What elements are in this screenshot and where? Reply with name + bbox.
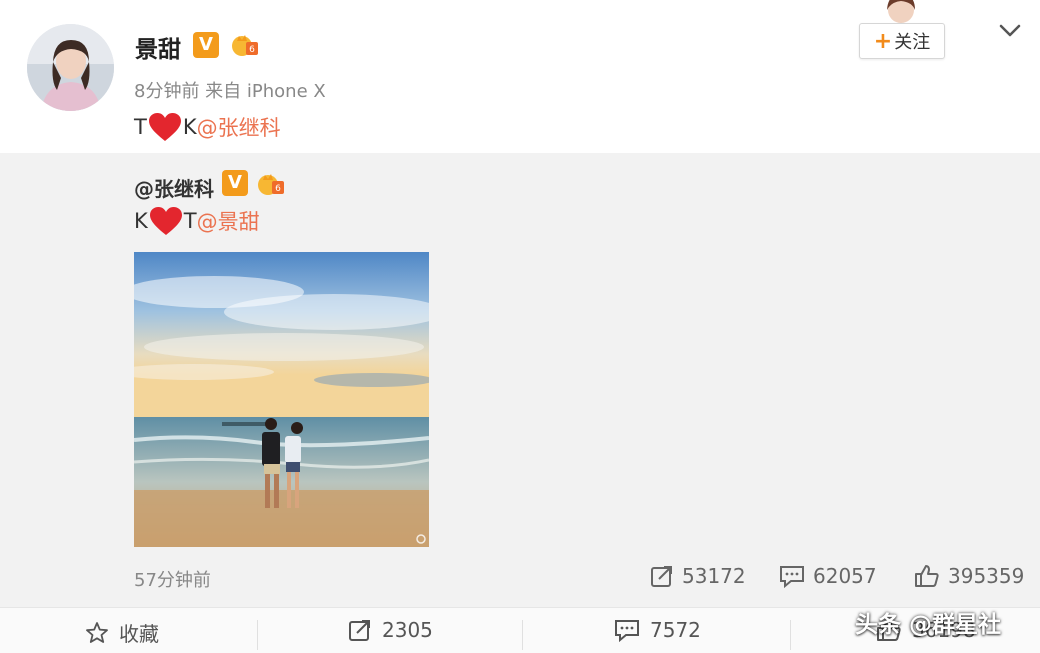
mention-link[interactable]: @景甜 — [197, 206, 260, 236]
favorite-label: 收藏 — [119, 622, 159, 646]
repost-text-mid: T — [183, 209, 197, 233]
mention-link[interactable]: @张继科 — [197, 112, 281, 142]
like-count: 395359 — [948, 564, 1025, 588]
author-name[interactable]: 景甜 — [135, 30, 181, 64]
heart-icon — [148, 113, 181, 141]
svg-text:6: 6 — [275, 184, 281, 194]
post-meta: 8分钟前 来自 iPhone X — [134, 81, 326, 102]
comment-icon — [615, 620, 639, 642]
watermark: 头条 @群星社 — [855, 612, 1002, 638]
repost-text-start: K — [134, 209, 148, 233]
divider — [790, 620, 791, 650]
repost-like-stat[interactable]: 395359 — [914, 564, 1024, 588]
share-action-count: 2305 — [382, 618, 433, 642]
repost-text: K T @景甜 — [134, 206, 260, 236]
comment-button[interactable]: 7572 — [614, 618, 701, 642]
post-text-start: T — [134, 115, 147, 139]
thumbs-up-icon — [915, 565, 939, 587]
divider — [522, 620, 523, 650]
beach-photo[interactable] — [134, 252, 429, 547]
follow-label: 关注 — [894, 32, 931, 53]
share-icon — [349, 620, 370, 641]
author-avatar[interactable] — [27, 24, 114, 111]
divider — [257, 620, 258, 650]
repost-share-stat[interactable]: 53172 — [650, 564, 746, 588]
heart-icon — [149, 207, 182, 235]
svg-text:6: 6 — [249, 45, 255, 55]
verified-v-icon: V — [193, 32, 219, 58]
member-badge-icon: 6 — [231, 32, 259, 58]
share-count: 53172 — [682, 564, 746, 588]
comment-count: 62057 — [813, 564, 877, 588]
comment-icon — [780, 566, 804, 588]
plus-icon: + — [873, 28, 893, 54]
repost-time: 57分钟前 — [134, 570, 211, 591]
comment-action-count: 7572 — [650, 618, 701, 642]
star-icon — [86, 621, 108, 643]
favorite-button[interactable]: 收藏 — [85, 618, 159, 647]
post-text-mid: K — [182, 115, 197, 139]
chevron-down-icon[interactable] — [998, 20, 1022, 40]
share-button[interactable]: 2305 — [348, 618, 433, 642]
repost-comment-stat[interactable]: 62057 — [779, 564, 877, 588]
member-badge-icon: 6 — [257, 171, 285, 197]
repost-author[interactable]: @张继科 — [134, 173, 214, 202]
follow-button[interactable]: + 关注 — [859, 23, 945, 59]
verified-v-icon: V — [222, 170, 248, 196]
post-text: T K @张继科 — [134, 112, 281, 142]
share-icon — [651, 566, 672, 587]
follow-avatar-peek — [882, 0, 920, 24]
